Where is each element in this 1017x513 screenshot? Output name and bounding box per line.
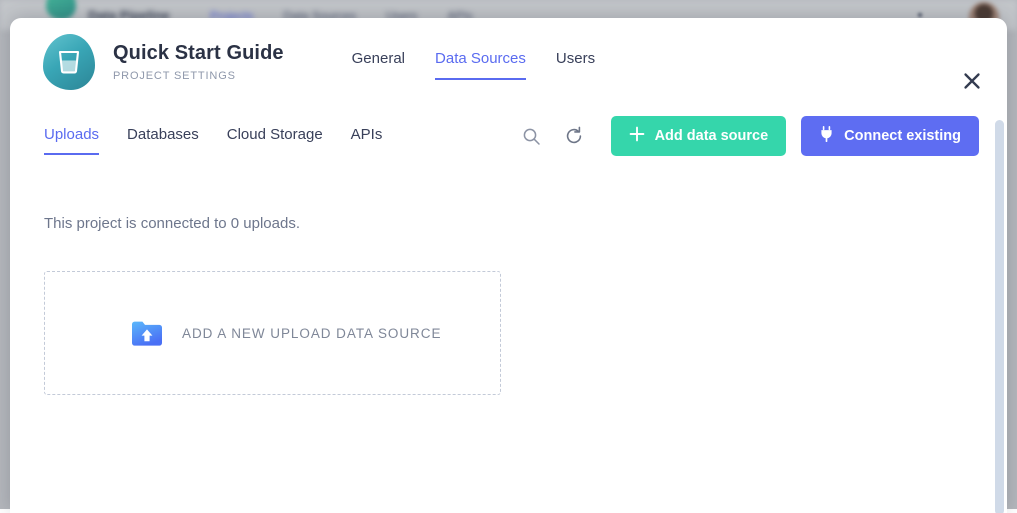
data-source-type-tabs: Uploads Databases Cloud Storage APIs — [44, 112, 382, 160]
add-upload-dropzone-label: ADD A NEW UPLOAD DATA SOURCE — [182, 326, 441, 341]
sub-tab-apis[interactable]: APIs — [351, 126, 383, 153]
tab-general[interactable]: General — [352, 50, 405, 78]
modal-scrollbar[interactable] — [995, 120, 1004, 513]
toolbar-actions: Add data source Connect existing — [517, 116, 983, 156]
modal-scrollbar-thumb[interactable] — [995, 120, 1004, 513]
modal-header: Quick Start Guide PROJECT SETTINGS Gener… — [10, 18, 1007, 105]
add-upload-dropzone[interactable]: ADD A NEW UPLOAD DATA SOURCE — [44, 271, 501, 395]
sub-tab-cloud-storage[interactable]: Cloud Storage — [227, 126, 323, 153]
modal-title-block: Quick Start Guide PROJECT SETTINGS — [113, 41, 284, 82]
data-sources-toolbar: Uploads Databases Cloud Storage APIs — [10, 105, 1007, 167]
add-data-source-button[interactable]: Add data source — [611, 116, 787, 156]
add-data-source-label: Add data source — [655, 128, 769, 144]
plus-icon — [629, 126, 645, 146]
connect-existing-button[interactable]: Connect existing — [801, 116, 979, 156]
connect-existing-label: Connect existing — [844, 128, 961, 144]
sub-tab-databases[interactable]: Databases — [127, 126, 199, 153]
project-settings-modal: Quick Start Guide PROJECT SETTINGS Gener… — [10, 18, 1007, 513]
search-icon[interactable] — [517, 121, 547, 151]
refresh-icon[interactable] — [559, 121, 589, 151]
plug-icon — [819, 126, 834, 146]
glass-cup-icon — [43, 34, 95, 90]
close-icon[interactable] — [959, 68, 985, 94]
tab-users[interactable]: Users — [556, 50, 595, 78]
modal-tabs: General Data Sources Users — [352, 40, 595, 84]
tab-data-sources[interactable]: Data Sources — [435, 50, 526, 80]
page-subtitle: PROJECT SETTINGS — [113, 70, 284, 82]
connection-status-text: This project is connected to 0 uploads. — [44, 215, 983, 232]
page-title: Quick Start Guide — [113, 41, 284, 65]
sub-tab-uploads[interactable]: Uploads — [44, 126, 99, 155]
modal-body: This project is connected to 0 uploads. … — [10, 215, 1007, 395]
folder-upload-icon — [132, 320, 162, 347]
backdrop-menu-dot-icon — [918, 13, 922, 17]
